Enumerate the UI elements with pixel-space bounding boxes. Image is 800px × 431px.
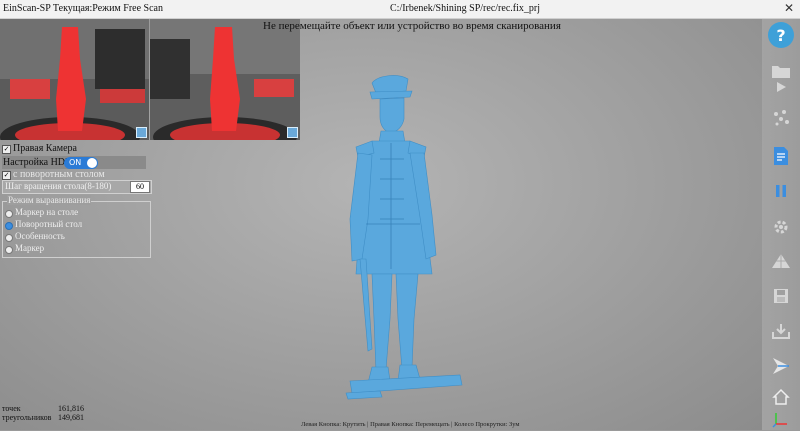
scatter-points-icon[interactable] xyxy=(769,106,793,130)
pause-icon[interactable] xyxy=(769,179,793,203)
triangles-label: треугольников xyxy=(2,413,52,422)
rotation-step-label: Шаг вращения стола(8-180) xyxy=(5,181,112,191)
settings-gear-icon[interactable] xyxy=(769,215,793,239)
right-camera-checkbox[interactable]: ✓ xyxy=(2,145,11,154)
rotation-step-input[interactable]: 60 xyxy=(130,181,150,193)
alignment-mode-title: Режим выравнивания xyxy=(7,195,92,205)
axis-icon xyxy=(769,407,793,431)
document-edit-icon[interactable] xyxy=(769,144,793,168)
points-value: 161,816 xyxy=(58,404,84,413)
project-path: C:/Irbenek/Shining SP/rec/rec.fix_prj xyxy=(390,3,540,14)
turntable-checkbox[interactable]: ✓ xyxy=(2,171,11,180)
home-icon[interactable] xyxy=(769,385,793,409)
alignment-radio-turntable[interactable] xyxy=(5,222,13,230)
triangles-value: 149,681 xyxy=(58,413,84,422)
export-icon[interactable] xyxy=(769,319,793,343)
mesh-stats: точек 161,816 треугольников 149,681 xyxy=(2,404,84,422)
alignment-radio-table-marker[interactable] xyxy=(5,210,13,218)
help-button[interactable]: ? xyxy=(768,22,794,48)
alignment-radio-marker[interactable] xyxy=(5,246,13,254)
save-icon[interactable] xyxy=(769,284,793,308)
hdr-label: Настройка HDR xyxy=(3,157,72,168)
hdr-toggle-label: ON xyxy=(69,158,82,167)
points-label: точек xyxy=(2,404,21,413)
mouse-hint: Левая Кнопка: Крутить | Правая Кнопка: П… xyxy=(301,421,520,428)
window-title: EinScan-SP Текущая:Режим Free Scan xyxy=(3,3,163,14)
right-camera-preview xyxy=(150,19,300,140)
alignment-radio-feature[interactable] xyxy=(5,234,13,242)
right-camera-label: Правая Камера xyxy=(13,143,77,154)
alignment-option-label: Маркер xyxy=(15,243,45,253)
right-toolbar xyxy=(762,19,800,430)
mesh-icon[interactable] xyxy=(769,249,793,273)
toggle-knob xyxy=(87,158,97,168)
turntable-label: с поворотным столом xyxy=(13,169,105,180)
alignment-option-label: Маркер на столе xyxy=(15,207,79,217)
title-bar: EinScan-SP Текущая:Режим Free Scan C:/Ir… xyxy=(0,0,800,19)
play-icon[interactable] xyxy=(769,75,793,99)
left-camera-preview xyxy=(0,19,149,140)
alignment-option-label: Поворотный стол xyxy=(15,219,83,229)
camera-expand-icon[interactable] xyxy=(136,127,147,138)
hdr-toggle[interactable]: ON xyxy=(64,157,98,169)
close-button[interactable]: ✕ xyxy=(784,1,794,15)
alignment-option-label: Особенность xyxy=(15,231,65,241)
scan-warning-message: Не перемещайте объект или устройство во … xyxy=(263,20,561,32)
measure-icon[interactable] xyxy=(769,354,793,378)
camera-expand-icon[interactable] xyxy=(287,127,298,138)
